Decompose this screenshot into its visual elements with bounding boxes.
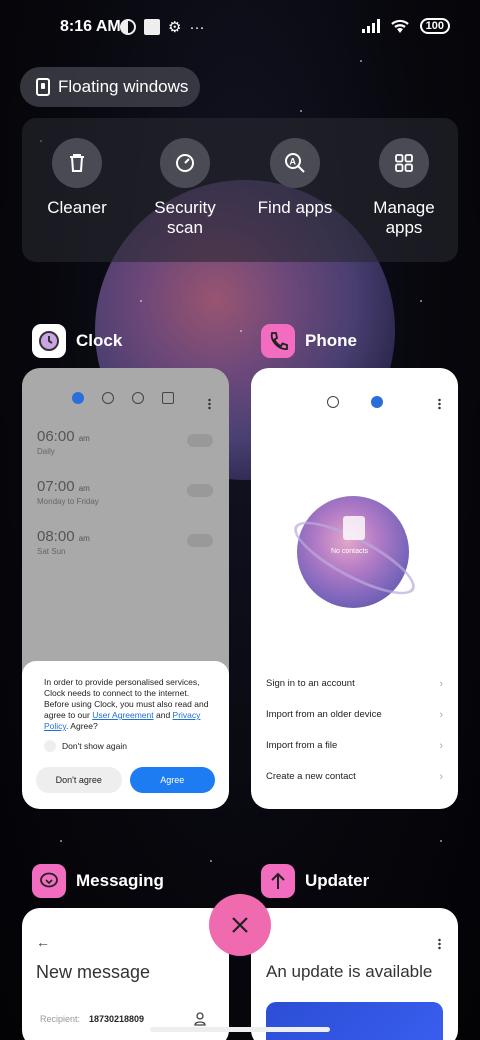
security-scan-button[interactable]: Security scan	[130, 138, 240, 238]
alarm-toggle	[187, 434, 213, 447]
status-bar: 8:16 AM ⚙ ··· 100	[0, 0, 480, 56]
clock-recent-card[interactable]: 06:00 am Daily 07:00 am Monday to Friday…	[22, 368, 229, 809]
phone-recent-card[interactable]: No contacts Sign in to an account › Impor…	[251, 368, 458, 809]
stopwatch-tab-icon	[132, 392, 144, 404]
alarm-toggle	[187, 534, 213, 547]
close-icon	[232, 917, 248, 933]
search-apps-icon: A	[285, 153, 305, 173]
user-agreement-link[interactable]: User Agreement	[92, 710, 153, 720]
clock-app-icon	[32, 324, 66, 358]
more-notifications-icon: ···	[189, 18, 205, 36]
no-contacts-text: No contacts	[331, 548, 368, 555]
chevron-right-icon: ›	[439, 770, 443, 783]
consent-text: In order to provide personalised service…	[44, 677, 209, 731]
create-contact-option[interactable]: Create a new contact ›	[266, 761, 443, 792]
chevron-right-icon: ›	[439, 677, 443, 690]
phone-app-header[interactable]: Phone	[261, 324, 357, 358]
svg-text:A: A	[290, 157, 297, 167]
chevron-right-icon: ›	[439, 708, 443, 721]
alarm-tab-icon	[72, 392, 84, 404]
cleaner-button[interactable]: Cleaner	[22, 138, 132, 218]
cleaner-label: Cleaner	[47, 198, 107, 217]
dont-show-again-checkbox[interactable]: Don't show again	[44, 740, 215, 752]
dont-agree-button[interactable]: Don't agree	[36, 767, 122, 793]
grid-icon	[395, 154, 413, 172]
floating-windows-button[interactable]: Floating windows	[20, 67, 200, 107]
shield-scan-icon	[176, 154, 194, 172]
updater-app-title: Updater	[305, 871, 370, 890]
more-icon	[438, 938, 441, 950]
contact-picker-icon	[194, 1012, 206, 1026]
floating-windows-label: Floating windows	[58, 77, 189, 96]
status-time: 8:16 AM	[60, 18, 121, 35]
find-apps-label: Find apps	[257, 198, 333, 217]
timer-tab-icon	[162, 392, 174, 404]
phone-app-icon	[261, 324, 295, 358]
messaging-recent-card[interactable]: ← New message Recipient: 18730218809	[22, 908, 229, 1040]
floating-window-icon	[36, 78, 50, 96]
manage-apps-label: Manage apps	[373, 198, 435, 237]
new-message-title: New message	[36, 962, 151, 982]
close-all-button[interactable]	[209, 894, 271, 956]
contacts-tab-icon	[371, 396, 383, 408]
clock-app-title: Clock	[76, 331, 123, 350]
security-scan-label: Security scan	[154, 198, 216, 237]
phone-app-title: Phone	[305, 331, 357, 350]
import-file-option[interactable]: Import from a file ›	[266, 730, 443, 761]
data-saver-icon	[120, 19, 136, 35]
call-log-tab-icon	[327, 396, 339, 408]
sign-in-account-option[interactable]: Sign in to an account ›	[266, 668, 443, 699]
manage-apps-button[interactable]: Manage apps	[349, 138, 459, 238]
messaging-app-header[interactable]: Messaging	[32, 864, 164, 898]
messaging-app-icon	[32, 864, 66, 898]
updater-app-header[interactable]: Updater	[261, 864, 369, 898]
contacts-options-list: Sign in to an account › Import from an ol…	[266, 668, 443, 792]
clock-tab-icon	[102, 392, 114, 404]
consent-dialog: In order to provide personalised service…	[22, 661, 229, 809]
more-icon	[208, 398, 211, 410]
alarm-item: 08:00 am Sat Sun	[37, 528, 90, 556]
messaging-app-title: Messaging	[76, 871, 164, 890]
home-indicator[interactable]	[150, 1027, 330, 1032]
gear-icon: ⚙	[168, 19, 182, 36]
chevron-right-icon: ›	[439, 739, 443, 752]
signal-icon	[361, 19, 380, 33]
wifi-icon	[390, 19, 409, 33]
alarm-toggle	[187, 484, 213, 497]
agree-button[interactable]: Agree	[129, 767, 215, 793]
find-apps-button[interactable]: A Find apps	[240, 138, 350, 218]
back-arrow-icon: ←	[36, 934, 50, 950]
quick-tools-panel: Cleaner Security scan A Find apps Manage…	[22, 118, 458, 262]
recipient-label: Recipient:	[40, 1014, 81, 1024]
alarm-item: 06:00 am Daily	[37, 428, 90, 456]
trash-icon	[70, 154, 84, 172]
import-older-device-option[interactable]: Import from an older device ›	[266, 699, 443, 730]
updater-app-icon	[261, 864, 295, 898]
alarm-item: 07:00 am Monday to Friday	[37, 478, 99, 506]
update-available-title: An update is available	[266, 962, 433, 981]
recipient-value: 18730218809	[89, 1014, 145, 1024]
update-banner-image	[266, 1002, 443, 1040]
battery-icon: 100	[419, 18, 450, 34]
contact-card-icon	[343, 516, 365, 540]
more-icon	[438, 398, 441, 410]
notification-square-icon	[144, 19, 160, 35]
updater-recent-card[interactable]: An update is available	[251, 908, 458, 1040]
clock-app-header[interactable]: Clock	[32, 324, 122, 358]
